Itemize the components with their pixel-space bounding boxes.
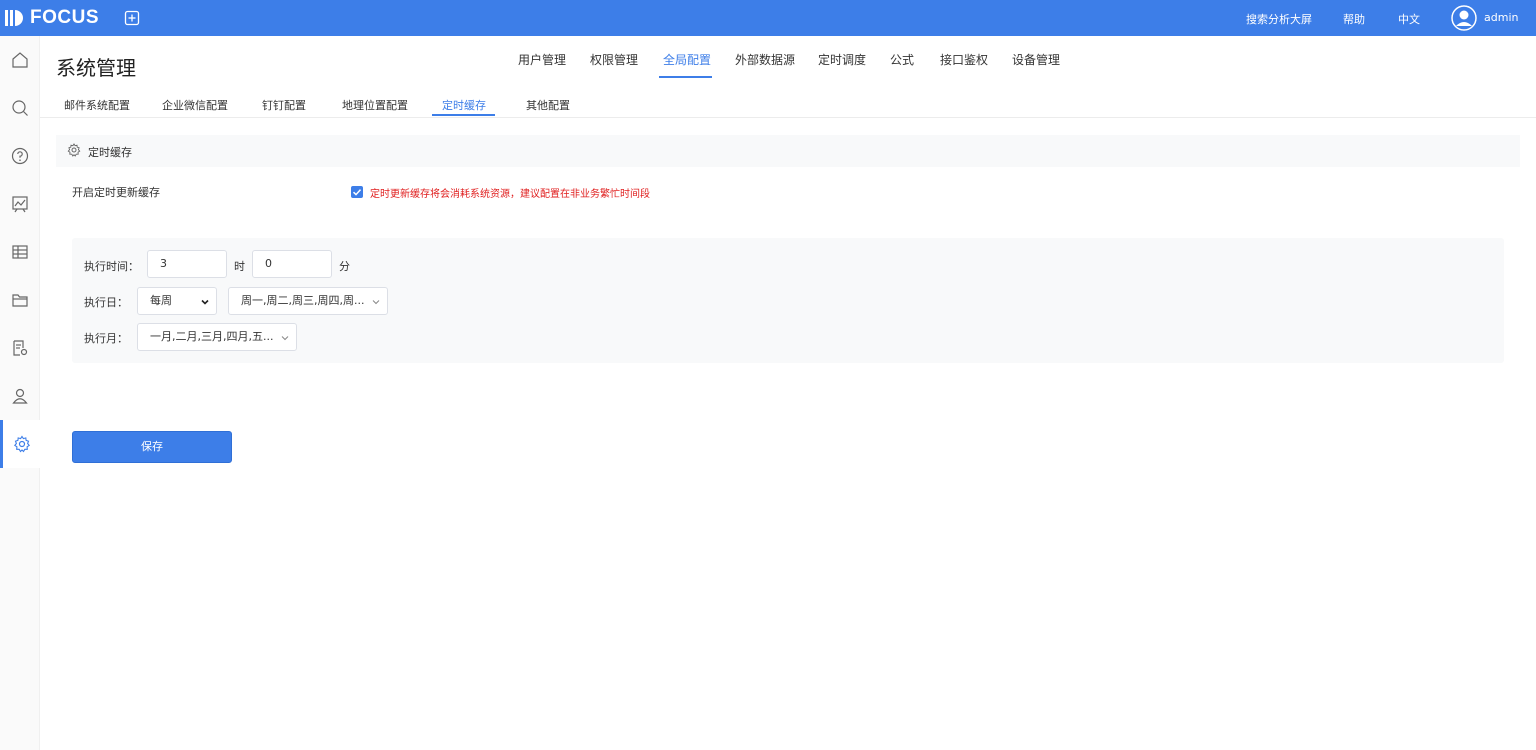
tab-formula[interactable]: 公式 [890, 51, 914, 68]
tab-scheduling[interactable]: 定时调度 [818, 51, 866, 68]
subtab-wecom-config[interactable]: 企业微信配置 [162, 97, 228, 113]
frequency-select[interactable]: 每周 [137, 287, 217, 315]
tab-user-management[interactable]: 用户管理 [518, 51, 566, 68]
tab-global-config[interactable]: 全局配置 [663, 51, 711, 68]
tab-permission-management[interactable]: 权限管理 [590, 51, 638, 68]
months-value: 一月,二月,三月,四月,五... [150, 330, 274, 343]
chevron-down-icon [281, 336, 289, 341]
user-name[interactable]: admin [1484, 11, 1518, 24]
file-settings-icon [13, 340, 28, 356]
language-switch[interactable]: 中文 [1398, 11, 1420, 27]
gear-icon [13, 435, 30, 453]
subtab-mail-config[interactable]: 邮件系统配置 [64, 97, 130, 113]
tab-api-auth[interactable]: 接口鉴权 [940, 51, 988, 68]
exec-time-label: 执行时间： [84, 260, 139, 273]
minute-input[interactable]: 0 [252, 250, 332, 278]
cache-warning-text: 定时更新缓存将会消耗系统资源，建议配置在非业务繁忙时间段 [370, 189, 650, 200]
enable-cache-checkbox[interactable] [351, 186, 363, 198]
avatar-icon[interactable] [1451, 5, 1477, 31]
chevron-down-icon [201, 299, 209, 305]
enable-cache-label: 开启定时更新缓存 [72, 186, 160, 199]
hour-unit: 时 [234, 260, 245, 273]
save-button[interactable]: 保存 [72, 431, 232, 463]
app-logo[interactable]: FOCUS [4, 6, 99, 30]
tab-external-datasource[interactable]: 外部数据源 [735, 51, 795, 68]
gear-icon [67, 143, 81, 157]
section-title: 定时缓存 [88, 146, 132, 159]
sidebar-item-settings[interactable] [0, 420, 40, 468]
sidebar-item-table[interactable] [0, 228, 40, 276]
top-bar: FOCUS 搜索分析大屏 帮助 中文 admin [0, 0, 1536, 36]
subtab-scheduled-cache[interactable]: 定时缓存 [442, 97, 486, 113]
chevron-down-icon [372, 300, 380, 305]
sidebar-item-user[interactable] [0, 372, 40, 420]
exec-month-label: 执行月： [84, 332, 128, 345]
section-header: 定时缓存 [56, 135, 1520, 167]
sidebar-item-task[interactable] [0, 324, 40, 372]
sidebar-item-search[interactable] [0, 84, 40, 132]
sub-tab-indicator [432, 114, 495, 116]
months-select[interactable]: 一月,二月,三月,四月,五... [137, 323, 297, 351]
sidebar-item-dashboard[interactable] [0, 180, 40, 228]
hour-input[interactable]: 3 [147, 250, 227, 278]
days-select[interactable]: 周一,周二,周三,周四,周... [228, 287, 388, 315]
add-tab-icon[interactable] [124, 10, 140, 26]
folder-icon [12, 294, 28, 307]
days-value: 周一,周二,周三,周四,周... [241, 294, 365, 307]
logo-text: FOCUS [30, 7, 99, 28]
user-icon [12, 388, 28, 404]
sidebar-item-help[interactable] [0, 132, 40, 180]
home-icon [12, 52, 28, 68]
subtab-dingtalk-config[interactable]: 钉钉配置 [262, 97, 306, 113]
left-sidebar [0, 36, 40, 750]
exec-day-label: 执行日： [84, 296, 128, 309]
question-icon [11, 147, 29, 165]
search-icon [12, 100, 28, 116]
sidebar-item-home[interactable] [0, 36, 40, 84]
presentation-chart-icon [12, 196, 28, 213]
subtab-geo-config[interactable]: 地理位置配置 [342, 97, 408, 113]
logo-icon [5, 10, 23, 26]
subtab-other-config[interactable]: 其他配置 [526, 97, 570, 113]
sidebar-item-folder[interactable] [0, 276, 40, 324]
tab-device-management[interactable]: 设备管理 [1012, 51, 1060, 68]
main-tab-indicator [659, 76, 712, 78]
header-divider [40, 117, 1536, 118]
minute-unit: 分 [339, 260, 350, 273]
help-link[interactable]: 帮助 [1343, 11, 1365, 27]
check-icon [352, 189, 362, 196]
page-title: 系统管理 [56, 56, 136, 80]
frequency-value: 每周 [150, 294, 172, 307]
search-screen-link[interactable]: 搜索分析大屏 [1246, 11, 1312, 27]
table-icon [12, 245, 28, 259]
